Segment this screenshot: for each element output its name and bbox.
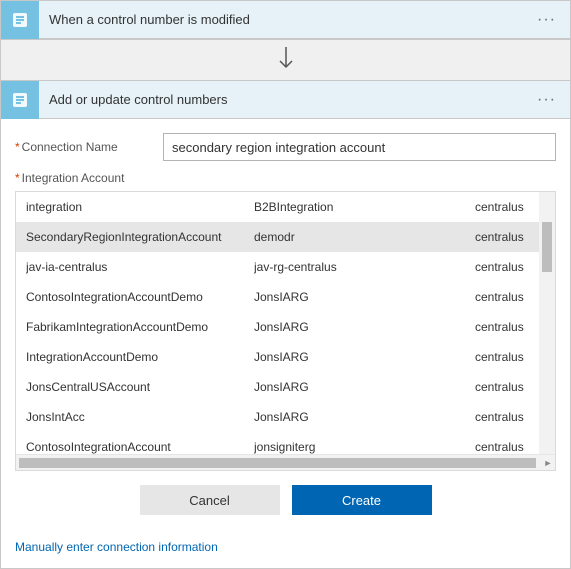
integration-account-icon bbox=[1, 81, 39, 119]
connection-form: *Connection Name *Integration Account in… bbox=[1, 119, 570, 535]
trigger-title: When a control number is modified bbox=[49, 12, 533, 27]
button-row: Cancel Create bbox=[15, 471, 556, 525]
action-header[interactable]: Add or update control numbers ··· bbox=[1, 81, 570, 119]
account-region: centralus bbox=[475, 440, 545, 454]
account-row[interactable]: integrationB2BIntegrationcentralus bbox=[16, 192, 555, 222]
account-name: JonsCentralUSAccount bbox=[26, 380, 254, 394]
account-resource-group: JonsIARG bbox=[254, 350, 475, 364]
account-row[interactable]: SecondaryRegionIntegrationAccountdemodrc… bbox=[16, 222, 555, 252]
trigger-header[interactable]: When a control number is modified ··· bbox=[1, 1, 570, 39]
action-menu-button[interactable]: ··· bbox=[533, 87, 560, 113]
action-card: Add or update control numbers ··· *Conne… bbox=[0, 80, 571, 569]
manual-connection-link[interactable]: Manually enter connection information bbox=[15, 540, 218, 554]
account-list-scroll[interactable]: integrationB2BIntegrationcentralusSecond… bbox=[16, 192, 555, 454]
flow-arrow bbox=[0, 40, 571, 80]
account-row[interactable]: ContosoIntegrationAccountjonsignitergcen… bbox=[16, 432, 555, 454]
account-name: ContosoIntegrationAccount bbox=[26, 440, 254, 454]
scroll-right-arrow[interactable]: ► bbox=[541, 455, 555, 471]
account-name: IntegrationAccountDemo bbox=[26, 350, 254, 364]
integration-account-list: integrationB2BIntegrationcentralusSecond… bbox=[15, 191, 556, 471]
account-row[interactable]: ContosoIntegrationAccountDemoJonsIARGcen… bbox=[16, 282, 555, 312]
account-name: FabrikamIntegrationAccountDemo bbox=[26, 320, 254, 334]
vertical-scrollbar[interactable] bbox=[539, 192, 555, 454]
action-title: Add or update control numbers bbox=[49, 92, 533, 107]
account-region: centralus bbox=[475, 380, 545, 394]
integration-account-row: *Integration Account bbox=[15, 171, 556, 185]
account-resource-group: JonsIARG bbox=[254, 320, 475, 334]
horizontal-scrollbar[interactable]: ◄ ► bbox=[16, 454, 555, 470]
account-row[interactable]: jav-ia-centralusjav-rg-centraluscentralu… bbox=[16, 252, 555, 282]
account-resource-group: jav-rg-centralus bbox=[254, 260, 475, 274]
account-region: centralus bbox=[475, 230, 545, 244]
account-resource-group: B2BIntegration bbox=[254, 200, 475, 214]
account-region: centralus bbox=[475, 320, 545, 334]
account-resource-group: JonsIARG bbox=[254, 290, 475, 304]
account-row[interactable]: JonsIntAccJonsIARGcentralus bbox=[16, 402, 555, 432]
trigger-menu-button[interactable]: ··· bbox=[533, 7, 560, 33]
integration-account-icon bbox=[1, 1, 39, 39]
account-resource-group: JonsIARG bbox=[254, 380, 475, 394]
account-resource-group: jonsigniterg bbox=[254, 440, 475, 454]
vertical-scroll-thumb[interactable] bbox=[542, 222, 552, 272]
manual-link-row: Manually enter connection information bbox=[1, 535, 570, 568]
create-button[interactable]: Create bbox=[292, 485, 432, 515]
account-name: integration bbox=[26, 200, 254, 214]
account-name: JonsIntAcc bbox=[26, 410, 254, 424]
account-region: centralus bbox=[475, 200, 545, 214]
horizontal-scroll-thumb[interactable] bbox=[19, 458, 536, 468]
account-resource-group: demodr bbox=[254, 230, 475, 244]
connection-name-label: *Connection Name bbox=[15, 140, 163, 154]
account-region: centralus bbox=[475, 260, 545, 274]
cancel-button[interactable]: Cancel bbox=[140, 485, 280, 515]
account-region: centralus bbox=[475, 290, 545, 304]
connection-name-row: *Connection Name bbox=[15, 133, 556, 161]
connection-name-input[interactable] bbox=[163, 133, 556, 161]
account-row[interactable]: JonsCentralUSAccountJonsIARGcentralus bbox=[16, 372, 555, 402]
integration-account-label: *Integration Account bbox=[15, 171, 163, 185]
account-region: centralus bbox=[475, 410, 545, 424]
account-name: jav-ia-centralus bbox=[26, 260, 254, 274]
account-row[interactable]: IntegrationAccountDemoJonsIARGcentralus bbox=[16, 342, 555, 372]
account-region: centralus bbox=[475, 350, 545, 364]
account-resource-group: JonsIARG bbox=[254, 410, 475, 424]
trigger-card: When a control number is modified ··· bbox=[0, 0, 571, 40]
account-name: SecondaryRegionIntegrationAccount bbox=[26, 230, 254, 244]
account-row[interactable]: FabrikamIntegrationAccountDemoJonsIARGce… bbox=[16, 312, 555, 342]
account-name: ContosoIntegrationAccountDemo bbox=[26, 290, 254, 304]
